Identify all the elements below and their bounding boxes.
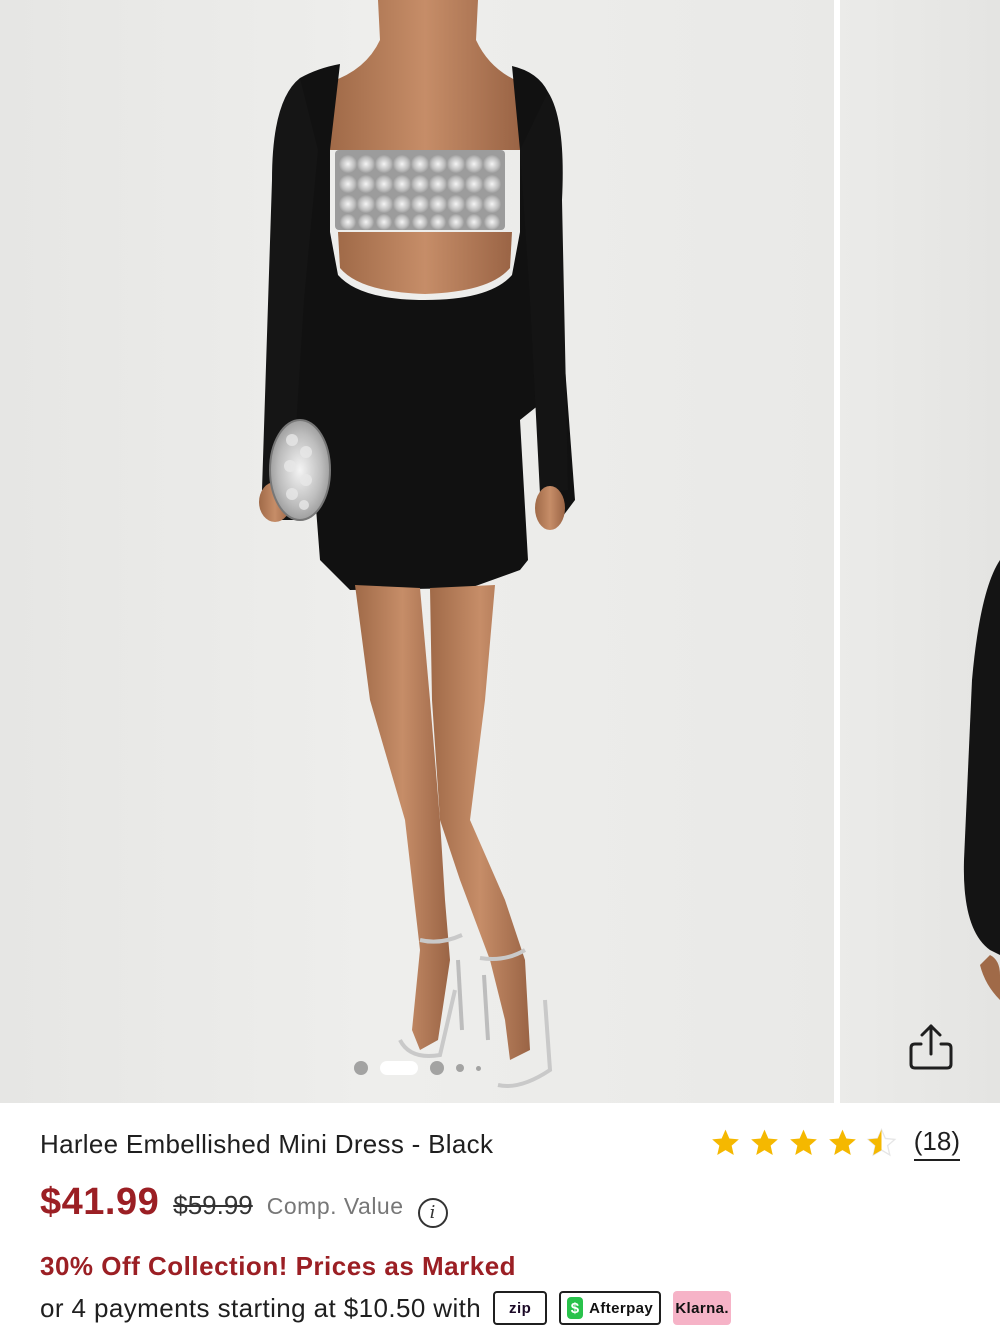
installment-text: or 4 payments starting at $10.50 with bbox=[40, 1292, 482, 1323]
carousel-dot[interactable] bbox=[455, 1064, 464, 1072]
klarna-logo-text: Klarna. bbox=[675, 1299, 729, 1317]
carousel-pagination[interactable] bbox=[0, 1058, 834, 1078]
klarna-badge[interactable]: Klarna. bbox=[673, 1291, 732, 1325]
afterpay-badge[interactable]: $ Afterpay bbox=[559, 1291, 662, 1325]
product-rating[interactable]: (18) bbox=[709, 1125, 960, 1161]
zip-logo-text: zip bbox=[508, 1299, 532, 1317]
share-icon bbox=[909, 1024, 953, 1070]
sale-price: $41.99 bbox=[40, 1181, 160, 1223]
rating-stars bbox=[709, 1127, 898, 1159]
product-image-next[interactable] bbox=[840, 0, 1000, 1103]
product-title: Harlee Embellished Mini Dress - Black bbox=[40, 1129, 494, 1159]
afterpay-logo-text: Afterpay bbox=[589, 1299, 654, 1317]
next-product-photo bbox=[963, 560, 1000, 1000]
carousel-dot[interactable] bbox=[353, 1061, 368, 1075]
original-price: $59.99 bbox=[173, 1190, 253, 1220]
carousel-dot[interactable] bbox=[475, 1065, 481, 1071]
installment-payments: or 4 payments starting at $10.50 with zi… bbox=[40, 1291, 732, 1325]
review-count-link[interactable]: (18) bbox=[913, 1125, 960, 1161]
promo-message: 30% Off Collection! Prices as Marked bbox=[40, 1251, 517, 1281]
star-full-icon bbox=[711, 1129, 739, 1155]
afterpay-logo-icon: $ bbox=[567, 1297, 584, 1319]
info-icon[interactable]: i bbox=[417, 1197, 448, 1228]
product-info: Harlee Embellished Mini Dress - Black (1… bbox=[0, 1103, 1000, 1333]
product-image-gallery[interactable] bbox=[0, 0, 1000, 1103]
star-full-icon bbox=[750, 1129, 778, 1155]
price-row: $41.99 $59.99 Comp. Value i bbox=[40, 1181, 448, 1228]
comp-value-label: Comp. Value bbox=[266, 1193, 404, 1219]
star-full-icon bbox=[789, 1129, 817, 1155]
carousel-dot-active[interactable] bbox=[379, 1061, 418, 1075]
product-image-main[interactable] bbox=[0, 0, 834, 1103]
star-full-icon bbox=[828, 1129, 856, 1155]
share-button[interactable] bbox=[903, 1018, 959, 1074]
zip-badge[interactable]: zip bbox=[493, 1291, 548, 1325]
product-photo bbox=[259, 0, 575, 1088]
star-half-icon bbox=[866, 1128, 897, 1157]
carousel-dot[interactable] bbox=[429, 1061, 444, 1075]
